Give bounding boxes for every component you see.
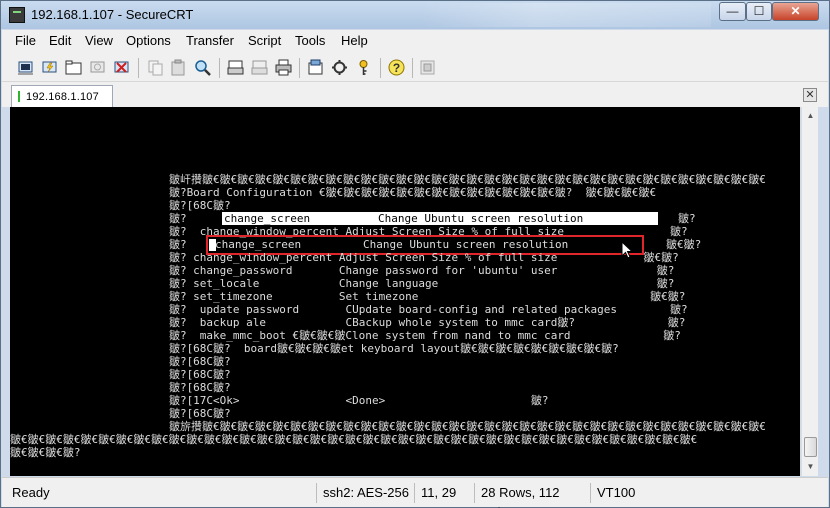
mouse-pointer-icon	[621, 241, 634, 259]
terminal-line: 皺€皺€皺€皺€皺€皺€皺€皺€皺€皺€皺€皺€皺€皺€皺€皺€皺€皺€皺€皺€…	[10, 433, 698, 446]
print-icon[interactable]	[275, 59, 292, 76]
highlighted-item-name: change_screen	[224, 212, 311, 225]
terminal-line: 皺? change_window_percent Adjust Screen S…	[10, 251, 679, 264]
menu-view[interactable]: View	[85, 33, 113, 48]
terminal-line: 皺?	[10, 212, 187, 225]
terminal-line: 皺?[68C皺? board皺€皺€皺€皺et keyboard layout皺…	[10, 342, 619, 355]
toolbar-separator	[219, 58, 220, 78]
terminal-line: 皺?	[10, 238, 187, 251]
sftp-icon[interactable]	[419, 59, 436, 76]
session-tab-strip: 192.168.1.107 ✕	[2, 82, 828, 107]
terminal-line: 皺?[68C皺?	[10, 381, 231, 394]
terminal-line: 皺? update password CUpdate board-config …	[10, 303, 688, 316]
title-bar-glass-reflection	[421, 3, 711, 27]
close-button[interactable]: ✕	[772, 2, 819, 21]
copy-icon[interactable]	[147, 59, 164, 76]
disconnect-icon[interactable]	[113, 59, 130, 76]
menu-tools[interactable]: Tools	[295, 33, 325, 48]
session-options-icon[interactable]	[307, 59, 324, 76]
terminal-line: 皺€皺?	[666, 238, 702, 251]
toolbar-separator	[138, 58, 139, 78]
menu-bar: File Edit View Options Transfer Script T…	[2, 30, 828, 52]
terminal-line: 皺? make_mmc_boot €皺€皺€皺Clone system from…	[10, 329, 681, 342]
terminal-line: 皺旂攢皺€皺€皺€皺€皺€皺€皺€皺€皺€皺€皺€皺€皺€皺€皺€皺€皺€皺€皺…	[10, 420, 766, 433]
title-bar[interactable]: 192.168.1.107 - SecureCRT — ☐ ✕	[1, 1, 829, 29]
status-emulation: VT100	[590, 483, 650, 503]
terminal-line: 皺? backup ale CBackup whole system to mm…	[10, 316, 686, 329]
menu-options[interactable]: Options	[126, 33, 171, 48]
toolbar-separator	[299, 58, 300, 78]
terminal-line: 皺?[68C皺?	[10, 199, 231, 212]
toolbar: ?	[2, 52, 828, 82]
status-bar: Ready ssh2: AES-256 11, 29 28 Rows, 112 …	[2, 477, 828, 508]
find-icon[interactable]	[194, 59, 211, 76]
highlighted-item-description: Change Ubuntu screen resolution	[378, 212, 584, 225]
paste-icon[interactable]	[170, 59, 187, 76]
help-icon[interactable]: ?	[388, 59, 405, 76]
status-encryption: ssh2: AES-256	[316, 483, 410, 503]
menu-transfer[interactable]: Transfer	[186, 33, 234, 48]
toolbar-separator	[412, 58, 413, 78]
menu-edit[interactable]: Edit	[49, 33, 71, 48]
scrollbar-thumb[interactable]	[804, 437, 817, 457]
terminal-line: 皺?[68C皺?	[10, 407, 231, 420]
connect-icon[interactable]	[17, 59, 34, 76]
terminal-line: 皺? set_locale Change language 皺?	[10, 277, 675, 290]
securecrt-app-icon[interactable]	[9, 7, 25, 23]
terminal-line: 皺?	[678, 212, 696, 225]
terminal-line: 皺屽攢皺€皺€皺€皺€皺€皺€皺€皺€皺€皺€皺€皺€皺€皺€皺€皺€皺€皺€皺…	[10, 173, 766, 186]
close-tab-button[interactable]: ✕	[803, 88, 817, 102]
terminal-line: 皺?Board Configuration €皺€皺€皺€皺€皺€皺€皺€皺€皺…	[10, 186, 657, 199]
keymap-icon[interactable]	[355, 59, 372, 76]
terminal-line: 皺?[68C皺?	[10, 368, 231, 381]
tab-label: 192.168.1.107	[26, 91, 99, 103]
terminal-line: 皺? change_password Change password for '…	[10, 264, 675, 277]
maximize-button[interactable]: ☐	[746, 2, 772, 21]
reconnect-icon[interactable]	[89, 59, 106, 76]
minimize-button[interactable]: —	[719, 2, 746, 21]
toolbar-separator	[380, 58, 381, 78]
terminal-scrollbar[interactable]: ▲ ▼	[801, 107, 818, 476]
terminal-line: 皺?[68C皺?	[10, 355, 231, 368]
scroll-up-arrow-icon[interactable]: ▲	[803, 108, 818, 123]
connect-in-tab-icon[interactable]	[65, 59, 82, 76]
scroll-down-arrow-icon[interactable]: ▼	[803, 459, 818, 474]
status-cursor-position: 11, 29	[414, 483, 470, 503]
terminal-screen[interactable]: 皺屽攢皺€皺€皺€皺€皺€皺€皺€皺€皺€皺€皺€皺€皺€皺€皺€皺€皺€皺€皺…	[10, 107, 800, 476]
status-ready: Ready	[12, 485, 50, 500]
terminal-line: 皺€皺€皺€皺?	[10, 446, 81, 459]
print-screen-icon[interactable]	[227, 59, 244, 76]
menu-help[interactable]: Help	[341, 33, 368, 48]
terminal-line: 皺? set_timezone Set timezone 皺€皺?	[10, 290, 686, 303]
menu-script[interactable]: Script	[248, 33, 281, 48]
window-title: 192.168.1.107 - SecureCRT	[31, 7, 194, 22]
securecrt-window: 192.168.1.107 - SecureCRT — ☐ ✕ File Edi…	[0, 0, 830, 508]
terminal-line: 皺?[17C<Ok> <Done> 皺?	[10, 394, 549, 407]
svg-text:?: ?	[393, 61, 400, 75]
status-dimensions: 28 Rows, 112 Cols	[474, 483, 588, 508]
connected-indicator-icon	[18, 91, 20, 102]
print-setup-icon[interactable]	[251, 59, 268, 76]
tab-session[interactable]: 192.168.1.107	[11, 85, 113, 107]
quick-connect-icon[interactable]	[41, 59, 58, 76]
global-options-icon[interactable]	[331, 59, 348, 76]
menu-file[interactable]: File	[15, 33, 36, 48]
